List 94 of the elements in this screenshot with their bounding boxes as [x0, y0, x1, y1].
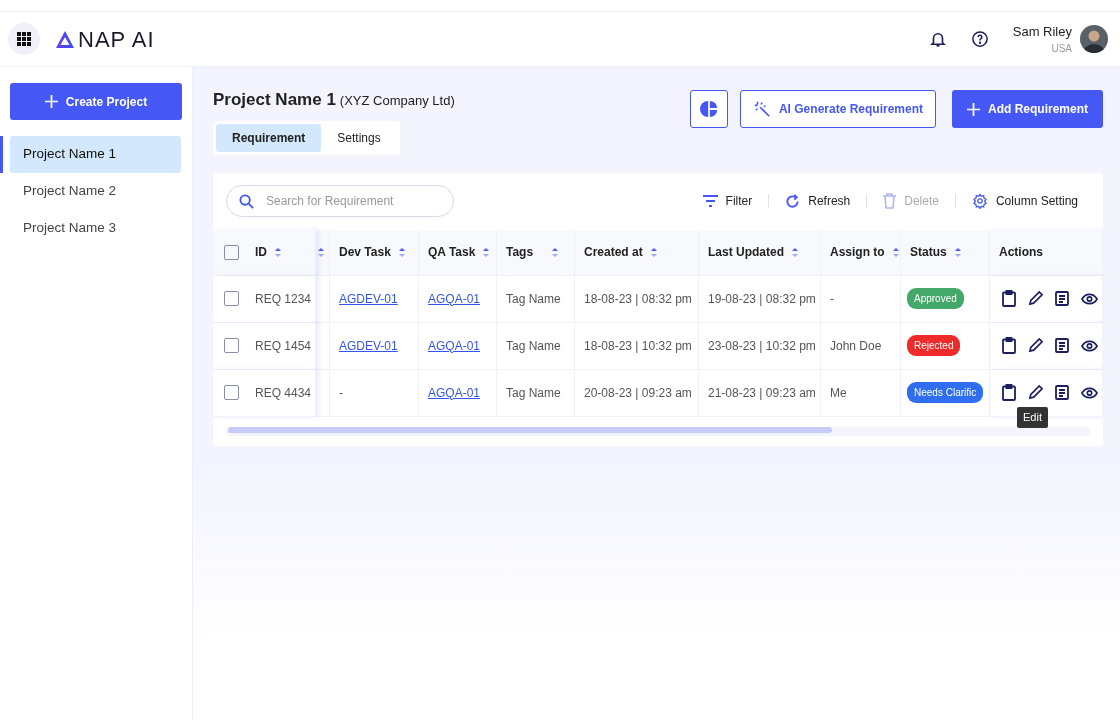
analytics-button[interactable]	[689, 90, 728, 128]
table-cell-text: REQ 1454	[255, 337, 312, 355]
column-header: Last Updated	[708, 244, 784, 261]
table-cell-text: REQ 4434	[255, 384, 312, 402]
sort-icon[interactable]	[892, 247, 899, 257]
active-indicator	[0, 136, 3, 173]
refresh-button[interactable]: Refresh	[785, 192, 851, 210]
notifications-icon[interactable]	[928, 30, 947, 48]
clipboard-icon[interactable]	[1002, 384, 1016, 401]
column-header: Actions	[999, 244, 1043, 261]
delete-icon	[883, 193, 897, 209]
view-icon[interactable]	[1081, 386, 1098, 399]
document-icon[interactable]	[1055, 338, 1069, 353]
search-icon	[239, 194, 254, 209]
clipboard-icon[interactable]	[1002, 290, 1016, 307]
user-name: Sam Riley	[1012, 22, 1072, 41]
create-project-button[interactable]: Create Project	[10, 83, 182, 120]
edit-icon[interactable]	[1028, 338, 1043, 353]
plus-icon	[44, 95, 58, 108]
search-field[interactable]: Search for Requirement	[226, 185, 454, 217]
table-cell-text: Me	[830, 384, 847, 402]
document-icon[interactable]	[1055, 291, 1069, 306]
settings-button[interactable]: Column Setting	[971, 192, 1078, 210]
sort-icon[interactable]	[954, 247, 961, 257]
sort-icon[interactable]	[792, 247, 798, 257]
sidebar-item[interactable]: Project Name 3	[10, 210, 181, 247]
task-link[interactable]: AGDEV-01	[339, 336, 398, 355]
task-link[interactable]: AGQA-01	[428, 289, 481, 308]
table-cell-text: 23-08-23 | 10:32 pm	[708, 337, 816, 355]
settings-icon	[971, 193, 988, 209]
row-checkbox[interactable]	[224, 338, 239, 353]
ai-generate-button[interactable]: AI Generate Requirement	[739, 90, 936, 128]
sort-icon[interactable]	[483, 247, 490, 257]
logo-icon	[56, 30, 74, 48]
table-cell-text: 18-08-23 | 08:32 pm	[584, 290, 692, 308]
column-header: Tags	[506, 244, 534, 261]
table-cell-text: 21-08-23 | 09:23 am	[708, 384, 816, 402]
sort-icon[interactable]	[650, 247, 657, 257]
sort-icon[interactable]	[318, 247, 324, 257]
view-icon[interactable]	[1081, 339, 1098, 352]
sort-icon[interactable]	[552, 247, 558, 257]
filter-icon	[702, 195, 718, 207]
task-link[interactable]: AGQA-01	[428, 336, 481, 355]
table-cell-text: Tag Name	[506, 290, 561, 308]
column-header: Status	[910, 244, 947, 261]
task-link[interactable]: AGDEV-01	[339, 289, 398, 308]
table-cell-text: 19-08-23 | 08:32 pm	[708, 290, 816, 308]
sort-icon[interactable]	[275, 247, 281, 257]
column-header: QA Task	[428, 244, 476, 261]
horizontal-scrollbar[interactable]	[226, 426, 1090, 436]
user-location: USA	[1051, 42, 1072, 57]
filter-button[interactable]: Filter	[702, 192, 753, 210]
tab[interactable]: Requirement	[216, 123, 322, 152]
page-title: Project Name 1	[213, 89, 336, 111]
table-cell-text: 18-08-23 | 10:32 pm	[584, 337, 692, 355]
tooltip: Edit	[1017, 407, 1048, 428]
table-cell-text: Tag Name	[506, 337, 561, 355]
user-avatar[interactable]	[1080, 25, 1108, 53]
apps-menu-button[interactable]	[8, 23, 40, 55]
table-cell-text: 20-08-23 | 09:23 am	[584, 384, 692, 402]
status-badge: Needs Clarific	[907, 382, 984, 403]
refresh-icon	[785, 193, 801, 209]
table-cell-text: -	[830, 290, 834, 308]
view-icon[interactable]	[1081, 292, 1098, 305]
status-badge: Rejected	[907, 335, 961, 356]
column-header: Created at	[584, 244, 643, 261]
edit-icon[interactable]	[1028, 291, 1043, 306]
edit-icon[interactable]	[1028, 385, 1043, 400]
apps-grid-icon	[17, 32, 31, 46]
help-icon[interactable]	[970, 30, 989, 48]
select-all-checkbox[interactable]	[224, 244, 239, 260]
sidebar-item[interactable]: Project Name 1	[10, 136, 181, 173]
table-cell-text: REQ 1234	[255, 290, 312, 308]
pie-chart-icon	[699, 100, 718, 118]
logo-text: NAP AI	[78, 25, 155, 54]
company-name: (XYZ Company Ltd)	[339, 92, 455, 110]
add-requirement-button[interactable]: Add Requirement	[952, 90, 1103, 128]
magic-wand-icon	[752, 100, 771, 118]
table-cell-text: -	[339, 384, 343, 402]
column-header: Dev Task	[339, 244, 391, 261]
plus-icon	[967, 102, 980, 116]
sidebar-item[interactable]: Project Name 2	[10, 173, 181, 210]
task-link[interactable]: AGQA-01	[428, 383, 481, 402]
column-header: ID	[255, 244, 267, 261]
sort-icon[interactable]	[398, 247, 405, 257]
clipboard-icon[interactable]	[1002, 337, 1016, 354]
row-checkbox[interactable]	[224, 385, 239, 400]
tab[interactable]: Settings	[321, 123, 397, 152]
table-cell-text: John Doe	[830, 337, 882, 355]
table-cell-text: Tag Name	[506, 384, 561, 402]
column-header: Assign to	[830, 244, 885, 261]
row-checkbox[interactable]	[224, 291, 239, 306]
document-icon[interactable]	[1055, 385, 1069, 400]
status-badge: Approved	[907, 288, 964, 309]
